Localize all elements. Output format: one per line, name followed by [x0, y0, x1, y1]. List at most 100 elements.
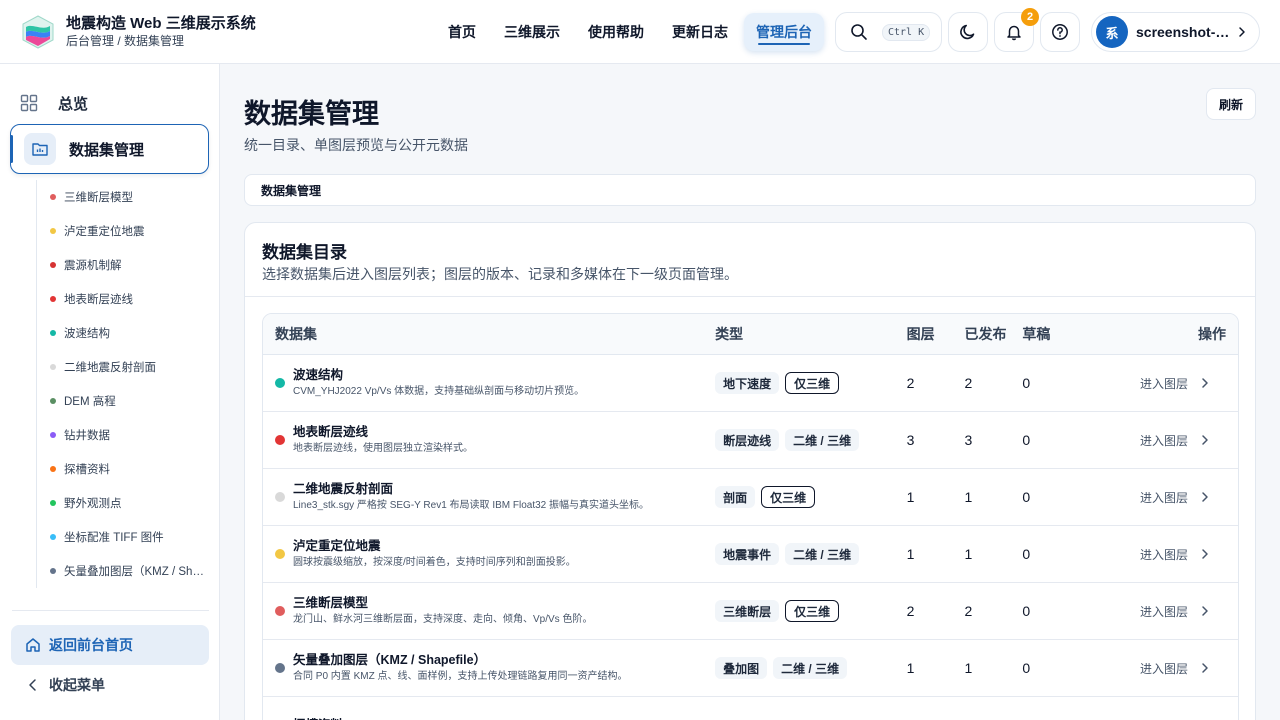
chevron-right-icon[interactable]: [1200, 662, 1210, 674]
enter-layers-link[interactable]: 进入图层: [1140, 660, 1188, 677]
sidebar-divider: [12, 610, 209, 611]
nav-3d-view[interactable]: 三维展示: [492, 13, 572, 51]
enter-layers-link[interactable]: 进入图层: [1140, 432, 1188, 449]
sidebar-subitem-label: 三维断层模型: [64, 192, 133, 204]
dataset-cell: 矢量叠加图层（KMZ / Shapefile） 合同 P0 内置 KMZ 点、线、…: [263, 652, 715, 684]
chevron-right-icon[interactable]: [1200, 605, 1210, 617]
refresh-button[interactable]: 刷新: [1206, 88, 1256, 120]
chevron-right-icon[interactable]: [1200, 491, 1210, 503]
back-to-home-button[interactable]: 返回前台首页: [11, 625, 209, 665]
enter-layers-link[interactable]: 进入图层: [1140, 375, 1188, 392]
sidebar-item-label: 数据集管理: [69, 141, 145, 159]
table-row[interactable]: 二维地震反射剖面 Line3_stk.sgy 严格按 SEG-Y Rev1 布局读…: [263, 469, 1238, 526]
published-count: 1: [964, 489, 973, 505]
nav-help[interactable]: 使用帮助: [576, 13, 656, 51]
sidebar-item-overview[interactable]: 总览: [20, 84, 210, 122]
sidebar-subitem-label: 震源机制解: [64, 260, 122, 272]
sidebar-subitem[interactable]: 矢量叠加图层（KMZ / Shapefile）: [37, 554, 210, 588]
dataset-color-dot: [275, 606, 285, 616]
chevron-right-icon[interactable]: [1200, 434, 1210, 446]
table-row[interactable]: 探槽资料: [263, 697, 1238, 720]
type-cell: 叠加图 二维 / 三维: [715, 657, 907, 679]
action-cell: 进入图层: [1132, 603, 1238, 620]
app-logo-icon: [22, 15, 54, 49]
column-header-actions: 操作: [1197, 326, 1226, 342]
column-header-layers: 图层: [906, 326, 935, 342]
sidebar-subitem[interactable]: 波速结构: [37, 316, 210, 350]
nav-admin[interactable]: 管理后台: [744, 13, 824, 51]
sidebar-subitem-label: 地表断层迹线: [64, 294, 133, 306]
chevron-right-icon[interactable]: [1200, 548, 1210, 560]
help-icon: [1052, 24, 1068, 40]
table-row[interactable]: 泸定重定位地震 圆球按震级缩放，按深度/时间着色，支持时间序列和剖面投影。 地震事件…: [263, 526, 1238, 583]
enter-layers-link[interactable]: 进入图层: [1140, 489, 1188, 506]
dataset-color-dot: [50, 194, 56, 200]
brand[interactable]: 地震构造 Web 三维展示系统 后台管理 / 数据集管理: [20, 14, 256, 50]
draft-count: 0: [1022, 603, 1031, 619]
chevron-right-icon[interactable]: [1200, 377, 1210, 389]
bell-icon: [1007, 25, 1021, 41]
table-header: 数据集 类型 图层 已发布 草稿 操作: [263, 314, 1238, 355]
dataset-color-dot: [50, 262, 56, 268]
search-shortcut: Ctrl K: [882, 23, 931, 41]
dataset-color-dot: [50, 432, 56, 438]
layers-count: 3: [906, 432, 915, 448]
chevron-right-icon: [1239, 27, 1245, 37]
sidebar-subitem-label: 钻井数据: [64, 430, 110, 442]
dataset-color-dot: [275, 492, 285, 502]
sidebar-subitem-label: 坐标配准 TIFF 图件: [64, 532, 164, 544]
user-menu-button[interactable]: 系 screenshot-admin: [1091, 12, 1260, 52]
sidebar-subitem[interactable]: DEM 高程: [37, 384, 210, 418]
dataset-submenu: 三维断层模型 泸定重定位地震 震源机制解 地表断层迹线 波速结构 二维地震反射剖…: [36, 180, 210, 588]
notifications-button[interactable]: 2: [994, 8, 1039, 52]
sidebar-subitem[interactable]: 探槽资料: [37, 452, 210, 486]
enter-layers-link[interactable]: 进入图层: [1140, 546, 1188, 563]
type-cell: 地下速度 仅三维: [715, 372, 907, 394]
layers-count: 1: [906, 660, 915, 676]
table-row[interactable]: 矢量叠加图层（KMZ / Shapefile） 合同 P0 内置 KMZ 点、线、…: [263, 640, 1238, 697]
published-count: 1: [964, 546, 973, 562]
search-button[interactable]: Ctrl K: [835, 12, 942, 52]
sidebar-item-datasets[interactable]: 数据集管理: [10, 124, 209, 174]
dataset-description: 合同 P0 内置 KMZ 点、线、面样例，支持上传处理链路复用同一资产结构。: [293, 671, 628, 682]
table-body: 波速结构 CVM_YHJ2022 Vp/Vs 体数据，支持基础纵剖面与移动切片预览…: [263, 355, 1238, 720]
help-button[interactable]: [1040, 12, 1080, 52]
collapse-menu-button[interactable]: 收起菜单: [11, 665, 209, 705]
published-count: 1: [964, 660, 973, 676]
sidebar-subitem[interactable]: 坐标配准 TIFF 图件: [37, 520, 210, 554]
card-title: 数据集目录: [262, 243, 347, 262]
sidebar: 总览 数据集管理 三维断层模型 泸定重定位地震 震源机制解 地表断层迹线 波速结…: [0, 64, 220, 720]
dataset-cell: 波速结构 CVM_YHJ2022 Vp/Vs 体数据，支持基础纵剖面与移动切片预览…: [263, 367, 715, 399]
nav-changelog[interactable]: 更新日志: [660, 13, 740, 51]
table-row[interactable]: 地表断层迹线 地表断层迹线，使用图层独立渲染样式。 断层迹线 二维 / 三维 3 3 0 进入…: [263, 412, 1238, 469]
dataset-title: 地表断层迹线: [293, 425, 369, 439]
dataset-color-dot: [50, 534, 56, 540]
sidebar-subitem[interactable]: 地表断层迹线: [37, 282, 210, 316]
theme-toggle-button[interactable]: [948, 12, 988, 52]
breadcrumb: 数据集管理: [244, 174, 1256, 206]
page-title: 数据集管理: [244, 99, 379, 129]
type-tag: 三维断层: [715, 600, 780, 622]
sidebar-subitem[interactable]: 泸定重定位地震: [37, 214, 210, 248]
dataset-cell: 泸定重定位地震 圆球按震级缩放，按深度/时间着色，支持时间序列和剖面投影。: [263, 538, 715, 570]
sidebar-subitem[interactable]: 野外观测点: [37, 486, 210, 520]
published-count: 2: [964, 603, 973, 619]
notification-badge: 2: [1021, 8, 1039, 26]
sidebar-subitem[interactable]: 三维断层模型: [37, 180, 210, 214]
dimension-tag: 仅三维: [761, 486, 816, 508]
sidebar-subitem[interactable]: 二维地震反射剖面: [37, 350, 210, 384]
dimension-tag: 仅三维: [785, 372, 840, 394]
dataset-table: 数据集 类型 图层 已发布 草稿 操作 波速结构 CVM_YHJ2022 Vp/V…: [262, 313, 1239, 720]
dataset-color-dot: [50, 398, 56, 404]
table-row[interactable]: 三维断层模型 龙门山、鲜水河三维断层面，支持深度、走向、倾角、Vp/Vs 色阶。三…: [263, 583, 1238, 640]
type-cell: 剖面 仅三维: [715, 486, 907, 508]
enter-layers-link[interactable]: 进入图层: [1140, 603, 1188, 620]
published-count: 2: [964, 375, 973, 391]
nav-home[interactable]: 首页: [436, 13, 488, 51]
dataset-title: 泸定重定位地震: [293, 539, 381, 553]
sidebar-subitem[interactable]: 震源机制解: [37, 248, 210, 282]
table-row[interactable]: 波速结构 CVM_YHJ2022 Vp/Vs 体数据，支持基础纵剖面与移动切片预览…: [263, 355, 1238, 412]
dataset-description: 龙门山、鲜水河三维断层面，支持深度、走向、倾角、Vp/Vs 色阶。: [293, 614, 593, 625]
card-subtitle: 选择数据集后进入图层列表；图层的版本、记录和多媒体在下一级页面管理。: [262, 266, 738, 282]
sidebar-subitem[interactable]: 钻井数据: [37, 418, 210, 452]
